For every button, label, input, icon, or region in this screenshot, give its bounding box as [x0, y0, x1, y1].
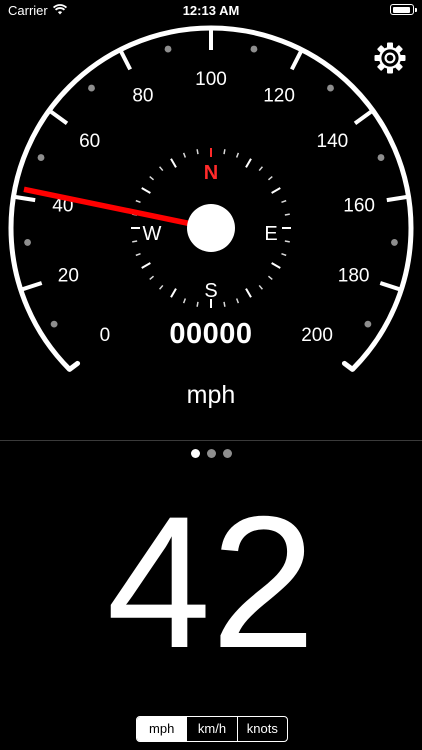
gauge-scale-label: 140 [317, 131, 349, 152]
compass-tick [135, 252, 141, 257]
compass-south-label: S [204, 280, 217, 302]
page-dot-2[interactable] [207, 449, 216, 458]
gauge-minor-dot [377, 154, 385, 161]
gauge-start-cap [67, 360, 81, 372]
compass-tick [235, 298, 240, 304]
compass-tick [159, 284, 164, 290]
compass-tick [141, 187, 151, 194]
compass-tick [182, 298, 187, 304]
gauge-scale-label: 180 [338, 265, 370, 286]
speedometer-gauge: 020406080100120140160180200NESW [8, 25, 414, 372]
compass-tick [284, 240, 290, 243]
speed-unit-label: mph [186, 381, 236, 409]
unit-selector[interactable]: mph km/h knots [136, 716, 288, 742]
compass-tick [235, 152, 240, 158]
compass-tick [267, 176, 273, 181]
gauge-major-tick [386, 195, 407, 203]
digital-speed-readout: 42 [106, 477, 316, 687]
gauge-major-tick [119, 50, 132, 71]
compass-tick [141, 262, 151, 269]
gauge-minor-dot [391, 239, 398, 246]
compass-east-label: E [264, 223, 277, 245]
compass-tick [245, 158, 252, 168]
gauge-major-tick [290, 50, 303, 71]
gauge-scale-label: 100 [195, 69, 227, 90]
compass-tick [284, 213, 290, 216]
gauge-scale-label: 60 [79, 131, 100, 152]
gauge-minor-dot [327, 84, 334, 92]
odometer-readout: 00000 [169, 318, 253, 350]
compass-tick [258, 284, 263, 290]
compass-north-label: N [204, 162, 218, 184]
gauge-major-tick [379, 281, 400, 292]
compass-west-label: W [143, 223, 162, 245]
compass-tick [182, 152, 187, 158]
gauge-scale-label: 120 [263, 85, 295, 106]
compass-tick [267, 275, 273, 280]
compass-tick [196, 149, 199, 155]
compass-tick [149, 176, 155, 181]
settings-button[interactable] [374, 42, 406, 74]
gauge-major-tick [49, 110, 69, 125]
compass-tick [281, 252, 287, 257]
unit-option-kmh[interactable]: km/h [186, 717, 236, 741]
compass-tick [271, 187, 281, 194]
compass-tick [258, 166, 263, 172]
gauge-minor-dot [37, 154, 45, 161]
compass-tick [223, 301, 226, 307]
gauge-minor-dot [164, 45, 172, 53]
needle-hub [187, 204, 235, 252]
gauge-scale-label: 20 [58, 265, 79, 286]
compass-tick [135, 199, 141, 204]
gear-icon [374, 42, 406, 74]
compass-tick [281, 199, 287, 204]
gauge-major-tick [353, 110, 373, 125]
gauge-major-tick [22, 281, 43, 292]
unit-option-knots[interactable]: knots [236, 717, 287, 741]
compass-tick [149, 275, 155, 280]
compass-tick [170, 158, 177, 168]
compass-tick [223, 149, 226, 155]
gauge-minor-dot [250, 45, 258, 53]
page-indicator[interactable] [0, 449, 422, 461]
gauge-scale-label: 80 [132, 85, 153, 106]
compass-tick [159, 166, 164, 172]
gauge-minor-dot [24, 239, 31, 246]
compass-tick [132, 240, 138, 243]
gauge-scale-label: 160 [343, 196, 375, 217]
compass-tick [271, 262, 281, 269]
section-divider [0, 440, 422, 441]
gauge-minor-dot [88, 84, 95, 92]
page-dot-1[interactable] [191, 449, 200, 458]
compass-tick [196, 301, 199, 307]
page-dot-3[interactable] [223, 449, 232, 458]
compass-tick [170, 288, 177, 298]
gauge-major-tick [15, 195, 36, 203]
compass-tick [245, 288, 252, 298]
gauge-end-cap [341, 360, 355, 372]
unit-option-mph[interactable]: mph [137, 717, 187, 741]
